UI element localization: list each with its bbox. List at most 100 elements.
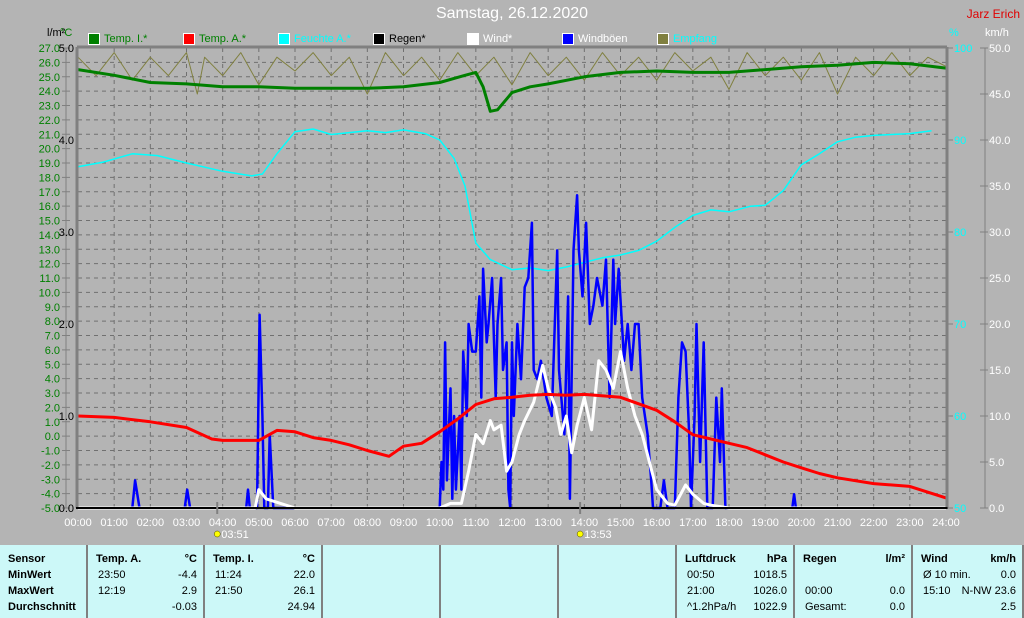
- column-unit: °C: [184, 553, 197, 565]
- temp-tick-label: 5.0: [45, 359, 60, 371]
- cell-value: 2.5: [1000, 601, 1016, 613]
- x-tick-label: 12:00: [498, 517, 526, 529]
- temp-tick-label: -4.0: [41, 489, 60, 501]
- x-tick-label: 04:00: [209, 517, 237, 529]
- x-tick-label: 18:00: [715, 517, 743, 529]
- series-line-tempi: [77, 60, 947, 113]
- humidity-tick-label: 90: [954, 135, 966, 147]
- cell-time: 00:00: [805, 585, 833, 597]
- sunrise-marker-sun-icon: [213, 530, 221, 538]
- cell-value: N-NW 23.6: [961, 585, 1016, 597]
- x-tick-label: 22:00: [860, 517, 888, 529]
- temp-tick-label: -2.0: [41, 460, 60, 472]
- rain-tick-label: 1.0: [59, 411, 74, 423]
- table-column-empty-2: [441, 545, 559, 618]
- rain-tick-label: 3.0: [59, 227, 74, 239]
- table-column-luftdruck: Luftdruck hPa 00:50 1018.5 21:00 1026.0 ^1.2hP…: [677, 545, 795, 618]
- x-tick-label: 08:00: [354, 517, 382, 529]
- cell-time: 11:24: [215, 569, 242, 581]
- x-tick-label: 13:00: [534, 517, 562, 529]
- column-header: Temp. I.: [213, 553, 254, 565]
- cell-time: 23:50: [98, 569, 126, 581]
- temp-tick-label: 25.0: [39, 72, 60, 84]
- x-tick-label: 15:00: [607, 517, 635, 529]
- cell-value: 1026.0: [753, 585, 787, 597]
- cell-time: 12:19: [98, 585, 126, 597]
- cell-time: 15:10: [923, 585, 951, 597]
- x-tick-label: 02:00: [137, 517, 165, 529]
- temp-tick-label: 20.0: [39, 144, 60, 156]
- humidity-tick-label: 50: [954, 503, 966, 515]
- x-tick-label: 03:00: [173, 517, 201, 529]
- temp-tick-label: 21.0: [39, 129, 60, 141]
- cell-value: 0.0: [889, 585, 905, 597]
- temp-tick-label: 14.0: [39, 230, 60, 242]
- wind-tick-label: 40.0: [989, 135, 1010, 147]
- temp-tick-label: -3.0: [41, 474, 60, 486]
- temp-tick-label: 3.0: [45, 388, 60, 400]
- statistics-table: Sensor MinWert MaxWert Durchschnitt Temp…: [0, 545, 1024, 618]
- cell-value: 1018.5: [753, 569, 787, 581]
- temp-tick-label: 11.0: [39, 273, 60, 285]
- wind-tick-label: 45.0: [989, 89, 1010, 101]
- column-unit: km/h: [990, 553, 1016, 565]
- temp-tick-label: 19.0: [39, 158, 60, 170]
- wind-tick-label: 0.0: [989, 503, 1004, 515]
- x-tick-label: 17:00: [679, 517, 707, 529]
- column-header: Temp. A.: [96, 553, 142, 565]
- humidity-tick-label: 80: [954, 227, 966, 239]
- x-tick-label: 06:00: [281, 517, 309, 529]
- x-tick-label: 11:00: [462, 517, 489, 529]
- table-column-temp-i: Temp. I. °C 11:24 22.0 21:50 26.1 24.94: [205, 545, 323, 618]
- cell-value: 0.0: [889, 601, 905, 613]
- cell-value: 26.1: [293, 585, 315, 597]
- temp-tick-label: 18.0: [39, 172, 60, 184]
- temp-tick-label: -5.0: [41, 503, 60, 515]
- cell-time: Ø 10 min.: [923, 569, 971, 581]
- cell-time: 21:50: [215, 585, 243, 597]
- cell-value: 24.94: [287, 601, 315, 613]
- x-tick-label: 14:00: [571, 517, 599, 529]
- wind-tick-label: 50.0: [989, 43, 1010, 55]
- rain-tick-label: 0.0: [59, 503, 74, 515]
- temp-tick-label: 16.0: [39, 201, 60, 213]
- table-column-empty-1: [323, 545, 441, 618]
- x-tick-label: 21:00: [824, 517, 852, 529]
- table-column-empty-3: [559, 545, 677, 618]
- cell-time: 00:50: [687, 569, 715, 581]
- cell-value: 22.0: [293, 569, 315, 581]
- cell-time: 21:00: [687, 585, 715, 597]
- cell-value: -0.03: [171, 601, 197, 613]
- temp-tick-label: 6.0: [45, 345, 60, 357]
- table-column-temp-a: Temp. A. °C 23:50 -4.4 12:19 2.9 -0.03: [88, 545, 205, 618]
- temp-tick-label: -1.0: [41, 446, 60, 458]
- rain-tick-label: 5.0: [59, 43, 74, 55]
- cell-value: 0.0: [1000, 569, 1016, 581]
- table-column-regen: Regen l/m² 00:00 0.0 Gesamt: 0.0: [795, 545, 913, 618]
- sunset-marker-sun-icon: [576, 530, 584, 538]
- temp-tick-label: 22.0: [39, 115, 60, 127]
- wind-tick-label: 15.0: [989, 365, 1010, 377]
- x-tick-label: 05:00: [245, 517, 273, 529]
- temp-tick-label: 9.0: [45, 302, 60, 314]
- temp-tick-label: 12.0: [39, 259, 60, 271]
- temp-tick-label: 10.0: [39, 287, 60, 299]
- cell-time: Gesamt:: [805, 601, 847, 613]
- sunset-marker-label: 13:53: [584, 529, 612, 541]
- temp-tick-label: 4.0: [45, 374, 60, 386]
- temp-tick-label: 8.0: [45, 316, 60, 328]
- column-header: Luftdruck: [685, 553, 736, 565]
- temp-tick-label: 13.0: [39, 244, 60, 256]
- row-label-max: MaxWert: [8, 585, 54, 597]
- row-label-avg: Durchschnitt: [8, 601, 76, 613]
- x-tick-label: 00:00: [64, 517, 92, 529]
- x-tick-label: 24:00: [932, 517, 960, 529]
- cell-time: ^1.2hPa/h: [687, 601, 737, 613]
- x-tick-label: 16:00: [643, 517, 671, 529]
- sensor-column: Sensor MinWert MaxWert Durchschnitt: [0, 545, 88, 618]
- column-unit: hPa: [766, 553, 787, 565]
- x-tick-label: 23:00: [896, 517, 924, 529]
- temp-tick-label: 2.0: [45, 402, 60, 414]
- wind-tick-label: 20.0: [989, 319, 1010, 331]
- table-column-wind: Wind km/h Ø 10 min. 0.0 15:10 N-NW 23.6 2.5: [913, 545, 1024, 618]
